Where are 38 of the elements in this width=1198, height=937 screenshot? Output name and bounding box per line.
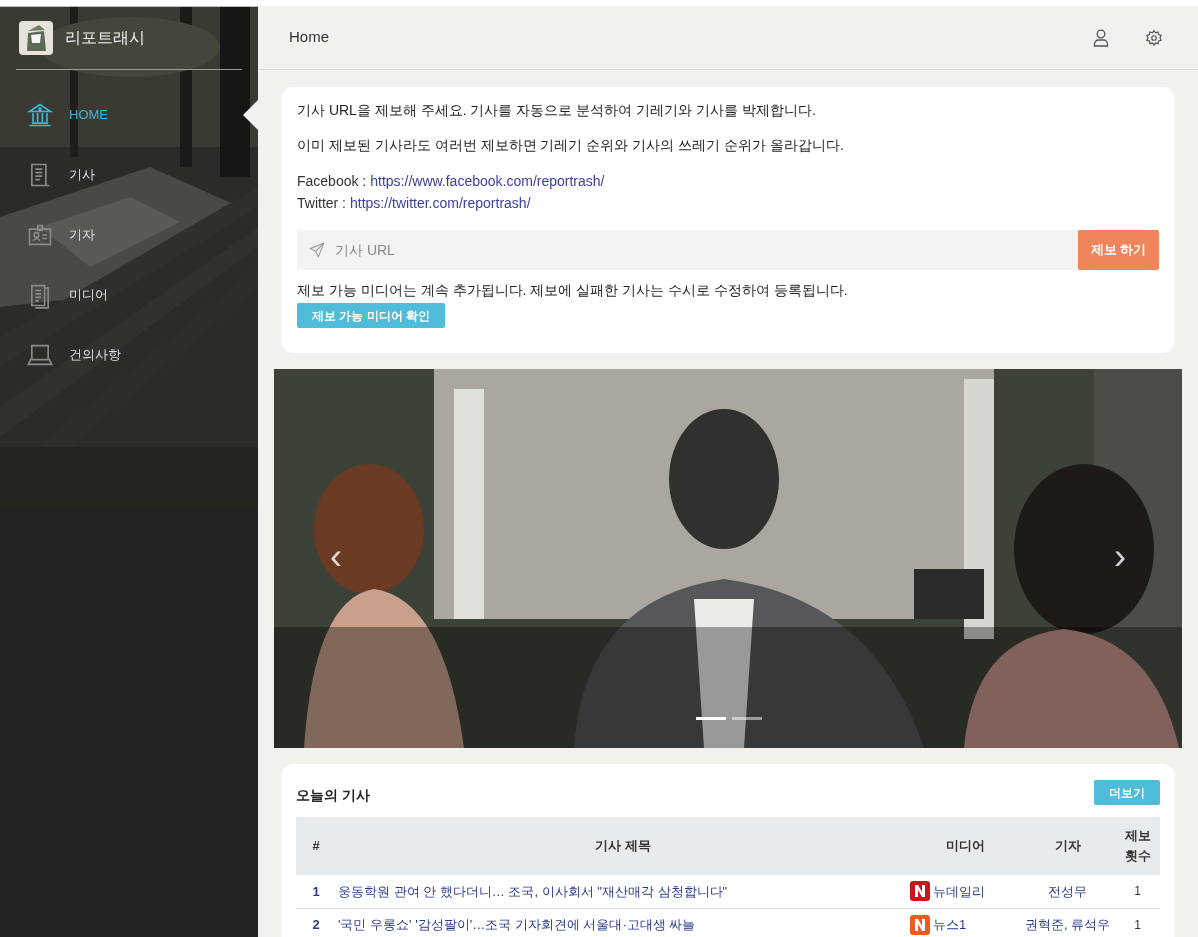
note-text: 제보 가능 미디어는 계속 추가됩니다. 제보에 실패한 기사는 수시로 수정하여 등록됩니다. — [297, 281, 849, 300]
reporter-link[interactable]: 전성무 — [1020, 875, 1115, 908]
nav-item[interactable]: 기자 — [0, 205, 258, 265]
table-cell: 1 — [1115, 908, 1160, 937]
logo-icon — [19, 21, 53, 55]
previous-button[interactable]: ‹ — [330, 539, 342, 575]
column-header: 기사 제목 — [336, 817, 910, 875]
column-header: 제보 횟수 — [1115, 817, 1160, 875]
send-icon — [309, 242, 325, 258]
table-cell: 1 — [296, 875, 336, 908]
info-text: 이미 제보된 기사라도 여러번 제보하면 기레기 순위와 기사의 쓰레기 순위가 올라갑니다. — [297, 136, 845, 155]
media-link[interactable]: 뉴스1 — [933, 914, 967, 935]
nav-item[interactable]: 건의사항 — [0, 325, 258, 385]
column-header: # — [296, 817, 336, 875]
brand-name: 리포트래시 — [65, 28, 145, 48]
column-header: 미디어 — [910, 817, 1020, 875]
link-label: Twitter : — [297, 194, 346, 213]
table-cell: 1 — [1115, 875, 1160, 908]
link[interactable]: https://twitter.com/reportrash/ — [350, 192, 531, 214]
next-button[interactable]: › — [1114, 539, 1126, 575]
article-link[interactable]: '국민 우롱쇼' '감성팔이'…조국 기자회견에 서울대·고대생 싸늘 — [336, 908, 910, 937]
bank-icon — [26, 101, 54, 129]
nav-item[interactable]: 미디어 — [0, 265, 258, 325]
article-link[interactable]: 웅동학원 관여 안 했다더니… 조국, 이사회서 "재산매각 삼청합니다" — [336, 875, 910, 908]
link[interactable]: https://www.facebook.com/reportrash/ — [370, 170, 605, 192]
media-link[interactable]: 뉴데일리 — [933, 881, 985, 901]
table-cell: 2 — [296, 908, 336, 937]
nav-item[interactable]: HOME — [0, 85, 258, 145]
settings-icon[interactable] — [1145, 28, 1163, 47]
column-header: 기자 — [1020, 817, 1115, 875]
info-text: 기사 URL을 제보해 주세요. 기사를 자동으로 분석하여 기레기와 기사를 박제합니다. — [297, 101, 817, 120]
user-icon[interactable] — [1093, 28, 1109, 47]
section-title: 오늘의 기사 — [296, 786, 370, 805]
nav-item[interactable]: 기사 — [0, 145, 258, 205]
link-label: Facebook : — [297, 172, 367, 191]
active-indicator — [243, 100, 258, 130]
reporter-link[interactable]: 권혁준, 류석우 — [1020, 908, 1115, 937]
page-title: Home — [289, 27, 329, 48]
